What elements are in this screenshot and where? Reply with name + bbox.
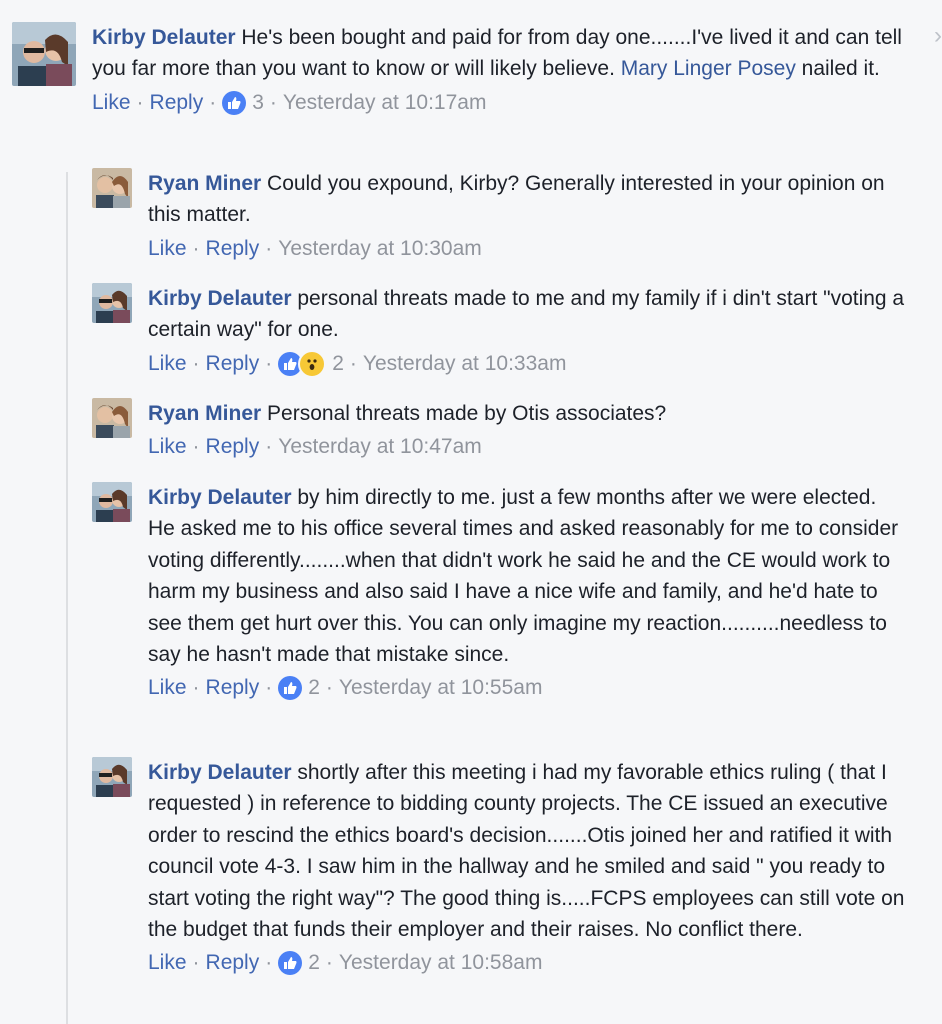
- reply-text: Ryan Miner Personal threats made by Otis…: [148, 402, 667, 425]
- reply-author[interactable]: Kirby Delauter: [148, 486, 292, 509]
- reply: Kirby Delauter shortly after this meetin…: [92, 757, 912, 978]
- reaction-summary[interactable]: [278, 951, 303, 976]
- avatar[interactable]: [92, 482, 132, 522]
- mention-link[interactable]: Mary Linger Posey: [621, 57, 796, 80]
- comment: Kirby Delauter He's been bought and paid…: [12, 22, 912, 118]
- reaction-count: 2: [332, 351, 344, 375]
- timestamp[interactable]: Yesterday at 10:30am: [278, 234, 482, 264]
- reply-text: Kirby Delauter by him directly to me. ju…: [148, 486, 899, 667]
- like-reaction-icon: [278, 676, 303, 701]
- like-button[interactable]: Like: [148, 234, 187, 264]
- avatar[interactable]: [92, 283, 132, 323]
- avatar[interactable]: [92, 757, 132, 797]
- timestamp[interactable]: Yesterday at 10:55am: [339, 673, 543, 703]
- comment-author[interactable]: Kirby Delauter: [92, 26, 236, 49]
- reaction-count: 3: [252, 90, 264, 114]
- comment-actions: Like · Reply · 3 · Yesterday at 10:17am: [92, 88, 902, 118]
- reaction-summary[interactable]: [278, 676, 303, 701]
- timestamp[interactable]: Yesterday at 10:47am: [278, 432, 482, 462]
- like-button[interactable]: Like: [148, 432, 187, 462]
- reply-button[interactable]: Reply: [206, 948, 260, 978]
- timestamp[interactable]: Yesterday at 10:58am: [339, 948, 543, 978]
- timestamp[interactable]: Yesterday at 10:17am: [283, 88, 487, 118]
- avatar[interactable]: [92, 168, 132, 208]
- reply-button[interactable]: Reply: [206, 349, 260, 379]
- reply: Ryan Miner Could you expound, Kirby? Gen…: [92, 168, 912, 264]
- avatar[interactable]: [92, 398, 132, 438]
- reply: Ryan Miner Personal threats made by Otis…: [92, 398, 912, 462]
- reply-actions: Like · Reply · Yesterday at 10:47am: [148, 432, 908, 462]
- reply-author[interactable]: Ryan Miner: [148, 402, 261, 425]
- reply-button[interactable]: Reply: [206, 234, 260, 264]
- like-button[interactable]: Like: [92, 88, 131, 118]
- chevron-right-icon[interactable]: ›: [934, 22, 942, 50]
- like-button[interactable]: Like: [148, 948, 187, 978]
- reaction-summary[interactable]: [222, 90, 247, 115]
- reply-thread-rail: [66, 172, 68, 1024]
- reply: Kirby Delauter by him directly to me. ju…: [92, 482, 912, 703]
- reaction-count: 2: [308, 951, 320, 975]
- like-reaction-icon: [222, 90, 247, 115]
- wow-reaction-icon: [298, 349, 327, 378]
- reply-button[interactable]: Reply: [206, 673, 260, 703]
- reply-actions: Like · Reply · 2 · Yesterday at 10:55am: [148, 673, 908, 703]
- reply-text: Ryan Miner Could you expound, Kirby? Gen…: [148, 172, 885, 227]
- reply-actions: Like · Reply · Yesterday at 10:30am: [148, 234, 908, 264]
- reply: Kirby Delauter personal threats made to …: [92, 283, 912, 379]
- reply-text: Kirby Delauter shortly after this meetin…: [148, 761, 905, 942]
- comment-text: Kirby Delauter He's been bought and paid…: [92, 26, 902, 81]
- reply-actions: Like · Reply · 2 · Yesterday at 10:58am: [148, 948, 908, 978]
- like-button[interactable]: Like: [148, 673, 187, 703]
- reply-author[interactable]: Kirby Delauter: [148, 761, 292, 784]
- reaction-count: 2: [308, 676, 320, 700]
- reply-text: Kirby Delauter personal threats made to …: [148, 287, 905, 342]
- reply-button[interactable]: Reply: [150, 88, 204, 118]
- like-reaction-icon: [278, 951, 303, 976]
- reply-button[interactable]: Reply: [206, 432, 260, 462]
- reply-author[interactable]: Ryan Miner: [148, 172, 261, 195]
- like-button[interactable]: Like: [148, 349, 187, 379]
- timestamp[interactable]: Yesterday at 10:33am: [363, 349, 567, 379]
- reply-actions: Like · Reply · 2 · Yesterday at 10:33am: [148, 349, 908, 379]
- reaction-summary[interactable]: [278, 349, 327, 378]
- avatar[interactable]: [12, 22, 76, 86]
- reply-author[interactable]: Kirby Delauter: [148, 287, 292, 310]
